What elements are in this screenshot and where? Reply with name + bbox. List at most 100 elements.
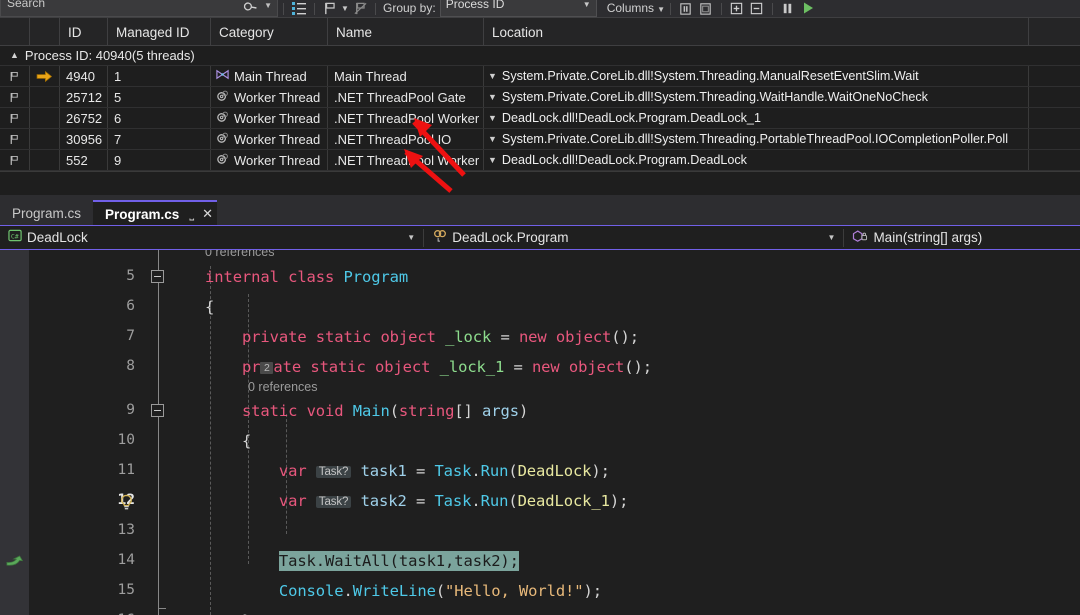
thread-category-cell: Worker Thread (211, 150, 328, 170)
line-number: 5 (126, 268, 135, 284)
column-header-location[interactable]: Location (484, 18, 1029, 46)
editor-tabstrip: Program.cs Program.cs ⎵ ✕ (0, 199, 1080, 226)
thread-location-cell[interactable]: ▼ System.Private.CoreLib.dll!System.Thre… (484, 87, 1029, 107)
svg-text:C#: C# (11, 232, 19, 240)
code-text-area[interactable]: 0 references 5 internal class Program 6 … (0, 250, 1080, 615)
row-spare-cell (1029, 129, 1080, 149)
code-line-10: 10 { (0, 426, 1080, 456)
navbar-member-select[interactable]: Main(string[] args) (844, 227, 1080, 249)
column-header-flag[interactable] (0, 18, 30, 46)
chevron-down-icon[interactable]: ▼ (488, 134, 497, 144)
flag-outline-icon[interactable] (0, 87, 30, 107)
column-header-name[interactable]: Name (328, 18, 484, 46)
thread-managed-id: 1 (108, 66, 211, 86)
current-thread-arrow-slot (30, 87, 60, 107)
group-by-select[interactable]: Process ID ▼ (439, 0, 597, 17)
lightbulb-icon[interactable] (118, 494, 135, 516)
flag-icon[interactable] (320, 0, 340, 17)
pin-icon[interactable]: ⎵ (189, 207, 194, 222)
freeze-threads-icon[interactable] (676, 0, 696, 17)
code-line-13: 13 (0, 516, 1080, 546)
codelens-references[interactable]: 0 references (248, 380, 317, 394)
table-row[interactable]: 26752 6 Worker Thread .NET ThreadPool Wo… (0, 108, 1080, 129)
tab-program-cs-inactive[interactable]: Program.cs (0, 200, 94, 226)
thread-name: Main Thread (328, 66, 484, 86)
chevron-down-icon[interactable]: ▼ (488, 113, 497, 123)
table-row[interactable]: 25712 5 Worker Thread .NET ThreadPool Ga… (0, 87, 1080, 108)
column-header-category[interactable]: Category (211, 18, 328, 46)
process-thread-count: (5 threads) (131, 48, 195, 63)
code-content: var Task? task2 = Task.Run(DeadLock_1); (278, 492, 629, 510)
search-icon[interactable] (241, 0, 261, 18)
play-icon[interactable] (798, 0, 818, 17)
collapse-all-icon[interactable] (747, 0, 767, 17)
chevron-down-icon[interactable]: ▼ (488, 92, 497, 102)
line-number: 15 (117, 582, 135, 598)
toolbar-divider-4 (669, 3, 671, 15)
flag-dropdown-icon[interactable]: ▼ (340, 0, 350, 17)
flag-outline-icon[interactable] (0, 150, 30, 170)
thread-location: DeadLock.dll!DeadLock.Program.DeadLock_1 (501, 111, 761, 125)
code-editor: Program.cs Program.cs ⎵ ✕ C# DeadLock ▼ (0, 199, 1080, 615)
chevron-down-icon[interactable]: ▼ (657, 5, 665, 14)
thread-location: System.Private.CoreLib.dll!System.Thread… (501, 132, 1009, 146)
thread-location-cell[interactable]: ▼ DeadLock.dll!DeadLock.Program.DeadLock (484, 150, 1029, 170)
fold-toggle-icon[interactable] (151, 270, 164, 283)
thread-location-cell[interactable]: ▼ DeadLock.dll!DeadLock.Program.DeadLock… (484, 108, 1029, 128)
process-group-row[interactable]: ▲ Process ID: 40940 (5 threads) (0, 46, 1080, 66)
code-line-8: 8 pr 2 ate static object _lock_1 = new obj… (0, 352, 1080, 382)
pause-icon[interactable] (778, 0, 798, 17)
search-input-value: Search (7, 0, 46, 10)
codelens-references[interactable]: 0 references (205, 250, 274, 259)
expand-all-icon[interactable] (727, 0, 747, 17)
chevron-up-icon[interactable]: ▲ (10, 51, 19, 60)
thread-location-cell[interactable]: ▼ System.Private.CoreLib.dll!System.Thre… (484, 129, 1029, 149)
thread-location: DeadLock.dll!DeadLock.Program.DeadLock (501, 153, 747, 167)
table-row[interactable]: 30956 7 Worker Thread .NET ThreadPool IO… (0, 129, 1080, 150)
fold-toggle-icon[interactable] (151, 404, 164, 417)
flag-outline-icon[interactable] (0, 129, 30, 149)
chevron-down-icon[interactable]: ▼ (488, 155, 497, 165)
column-header-id[interactable]: ID (60, 18, 108, 46)
flag-outline-icon[interactable] (0, 108, 30, 128)
navbar-project-select[interactable]: C# DeadLock ▼ (0, 227, 423, 249)
column-header-managed-id[interactable]: Managed ID (108, 18, 211, 46)
table-row[interactable]: 4940 1 Main Thread Main Thread ▼ System.… (0, 66, 1080, 87)
unflag-icon[interactable] (350, 0, 370, 17)
code-content: pr 2 ate static object _lock_1 = new objec… (241, 358, 652, 376)
thread-managed-id: 5 (108, 87, 211, 107)
search-input[interactable]: Search ▼ (0, 0, 278, 17)
thread-id: 25712 (60, 87, 108, 107)
navbar-type-label: DeadLock.Program (452, 230, 569, 245)
column-header-spare[interactable] (1029, 18, 1080, 46)
code-content: { (241, 432, 252, 450)
inline-type-hint[interactable]: Task? (315, 466, 352, 478)
process-group-label: Process ID: 40940 (24, 48, 132, 63)
fold-bracket-tail (158, 608, 166, 609)
row-spare-cell (1029, 108, 1080, 128)
chevron-down-icon[interactable]: ▼ (488, 71, 497, 81)
line-number: 8 (126, 358, 135, 374)
current-thread-arrow-slot (30, 108, 60, 128)
flag-outline-icon[interactable] (0, 66, 30, 86)
column-header-current[interactable] (30, 18, 60, 46)
tab-program-cs-active[interactable]: Program.cs ⎵ ✕ (93, 200, 218, 226)
chevron-down-icon[interactable]: ▼ (828, 233, 836, 242)
chevron-down-icon[interactable]: ▼ (407, 233, 415, 242)
tab-label: Program.cs (12, 205, 82, 221)
navbar-project-label: DeadLock (27, 230, 88, 245)
code-content: Task.WaitAll(task1,task2); (205, 551, 519, 571)
thread-location-cell[interactable]: ▼ System.Private.CoreLib.dll!System.Thre… (484, 66, 1029, 86)
close-icon[interactable]: ✕ (202, 206, 213, 222)
green-arrow-icon[interactable] (6, 553, 26, 574)
thaw-threads-icon[interactable] (696, 0, 716, 17)
columns-label[interactable]: Columns (607, 2, 654, 14)
chevron-down-icon[interactable]: ▼ (264, 1, 272, 10)
thread-id: 4940 (60, 66, 108, 86)
table-row[interactable]: 552 9 Worker Thread .NET ThreadPool Work… (0, 150, 1080, 171)
inline-type-hint[interactable]: Task? (315, 496, 352, 508)
class-icon (432, 229, 448, 246)
chevron-down-icon[interactable]: ▼ (583, 0, 591, 9)
navbar-type-select[interactable]: DeadLock.Program ▼ (424, 227, 843, 249)
flatten-list-icon[interactable] (289, 0, 309, 17)
